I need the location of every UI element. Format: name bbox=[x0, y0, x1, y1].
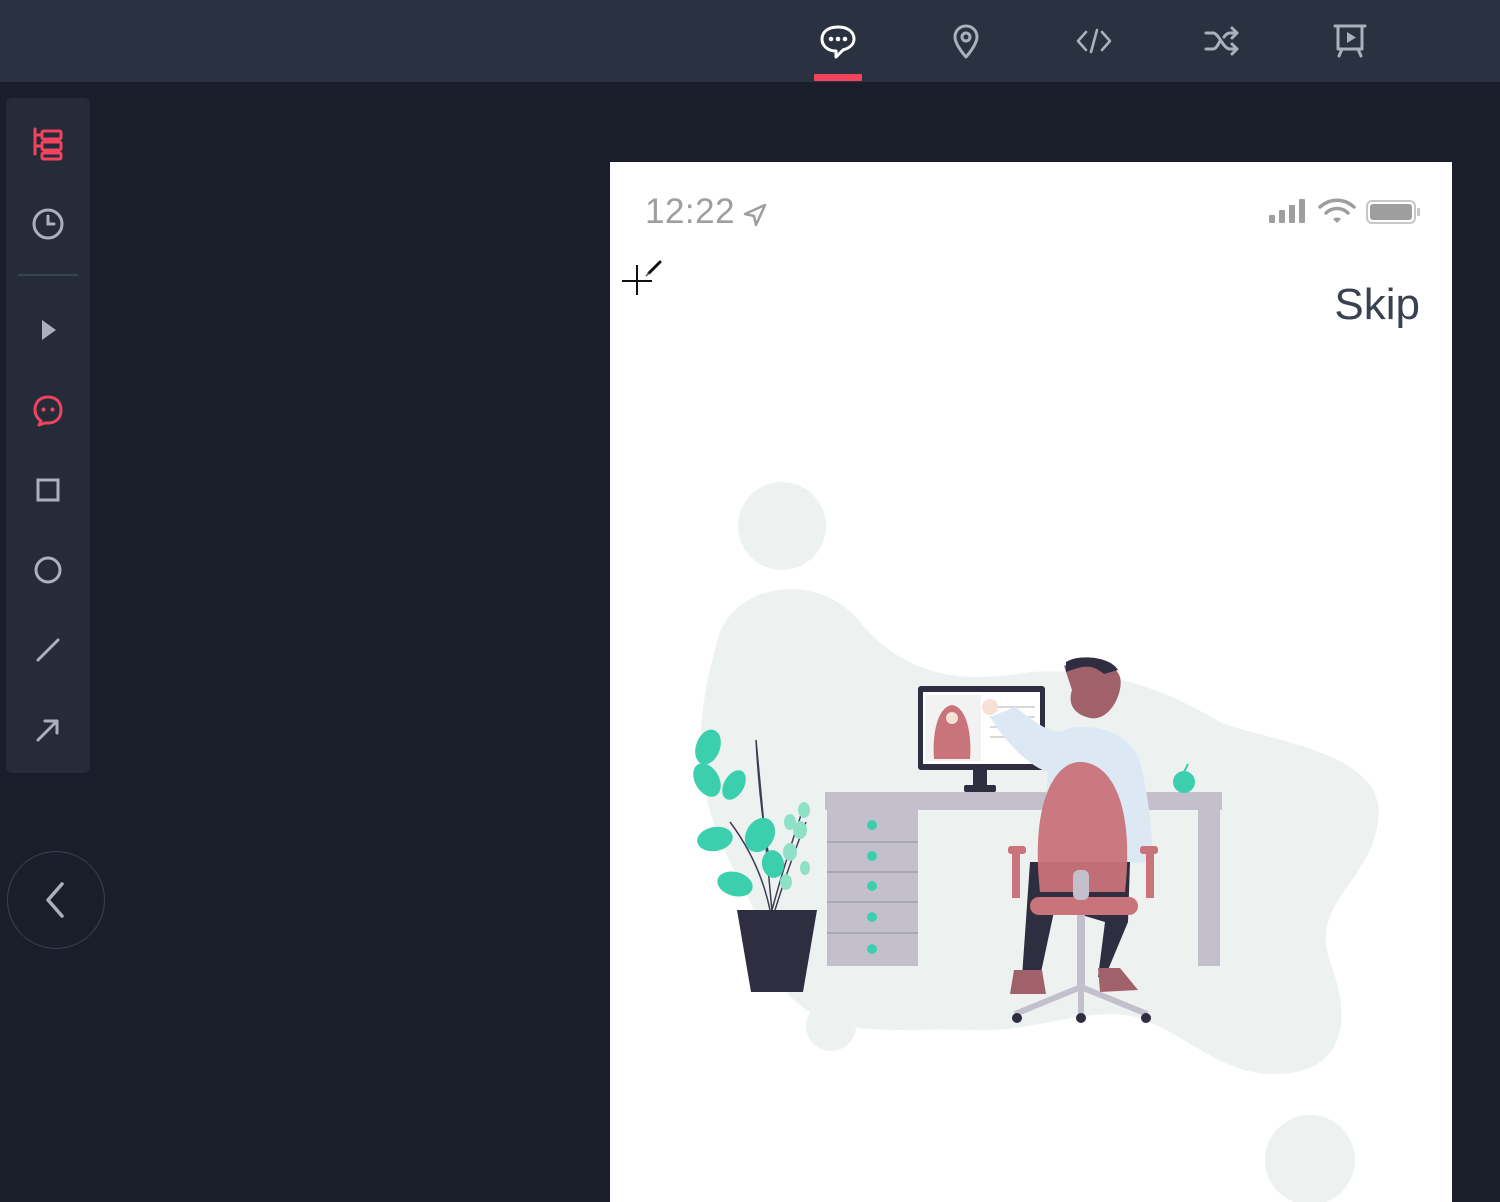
code-icon bbox=[1076, 28, 1112, 54]
presentation-icon bbox=[1333, 24, 1367, 58]
top-bar bbox=[0, 0, 1500, 82]
tool-layers[interactable] bbox=[18, 114, 78, 174]
tool-select[interactable] bbox=[18, 300, 78, 360]
tab-presentation[interactable] bbox=[1318, 0, 1382, 82]
line-icon bbox=[36, 638, 60, 662]
rectangle-icon bbox=[36, 478, 60, 502]
pointer-icon bbox=[42, 320, 56, 340]
tool-comment[interactable] bbox=[18, 380, 78, 440]
location-pin-icon bbox=[953, 24, 979, 59]
arrow-icon bbox=[36, 719, 59, 742]
circle-icon bbox=[34, 556, 62, 584]
tab-comments[interactable] bbox=[806, 0, 870, 82]
shuffle-icon bbox=[1204, 26, 1239, 56]
tab-code[interactable] bbox=[1062, 0, 1126, 82]
collapse-panel-button[interactable] bbox=[7, 851, 105, 949]
onboarding-illustration bbox=[693, 482, 1379, 1202]
history-clock-icon bbox=[32, 208, 64, 240]
phone-preview[interactable]: 12:22 Skip bbox=[610, 162, 1452, 1202]
tab-shuffle[interactable] bbox=[1190, 0, 1254, 82]
tool-rectangle[interactable] bbox=[18, 460, 78, 520]
toolbar-divider bbox=[18, 274, 78, 276]
layers-tree-icon bbox=[33, 127, 63, 161]
tool-history[interactable] bbox=[18, 194, 78, 254]
chat-bubble-icon bbox=[820, 25, 856, 59]
comment-icon bbox=[33, 395, 63, 427]
tool-arrow[interactable] bbox=[18, 700, 78, 760]
tool-circle[interactable] bbox=[18, 540, 78, 600]
tab-location[interactable] bbox=[934, 0, 998, 82]
active-tab-indicator bbox=[814, 74, 862, 81]
tool-palette bbox=[6, 98, 90, 773]
chevron-left-icon bbox=[46, 882, 64, 918]
tool-line[interactable] bbox=[18, 620, 78, 680]
